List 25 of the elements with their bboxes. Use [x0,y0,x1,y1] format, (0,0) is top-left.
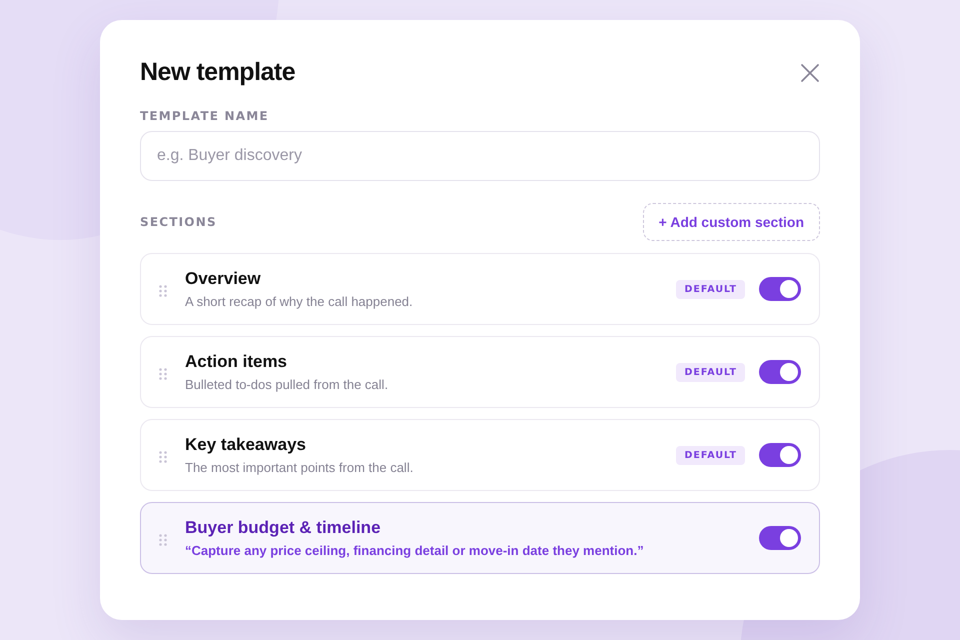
section-label: SECTIONS [140,215,217,229]
section-title: Key takeaways [185,435,307,455]
toggle-switch[interactable] [759,360,801,384]
toggle-switch[interactable] [759,526,801,550]
default-badge: DEFAULT [676,362,745,382]
toggle-switch[interactable] [759,277,801,301]
drag-handle-icon[interactable] [159,451,167,463]
drag-handle-icon[interactable] [159,368,167,380]
drag-handle-icon[interactable] [159,534,167,546]
dialog-title: New template [140,58,296,87]
drag-handle-icon[interactable] [159,285,167,297]
section-title: Action items [185,352,288,372]
section-description: Bulleted to-dos pulled from the call. [185,377,390,392]
section-description: A short recap of why the call happened. [185,294,414,309]
close-icon[interactable] [800,62,820,82]
default-badge: DEFAULT [676,280,745,298]
field-label: TEMPLATE NAME [140,109,270,123]
default-badge: DEFAULT [676,446,745,464]
section-description: The most important points from the call. [185,460,414,475]
section-title: Buyer budget & timeline [185,518,382,538]
section-title: Overview [185,269,262,289]
add-section-button[interactable]: + Add custom section [642,203,820,241]
template-name-field[interactable]: e.g. Buyer discovery [140,131,820,181]
toggle-switch[interactable] [759,443,801,467]
section-description: “Capture any price ceiling, financing detail or move-in date they mention.” [185,543,645,558]
